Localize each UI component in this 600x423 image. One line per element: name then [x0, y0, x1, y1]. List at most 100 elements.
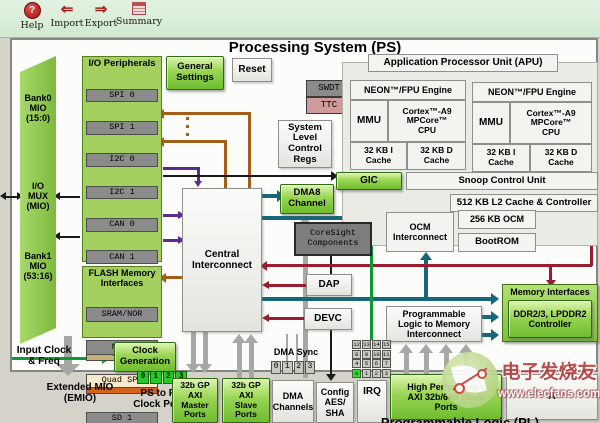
flash-box: FLASH Memory Interfaces SRAM/NOR NAND Qu… [82, 266, 162, 389]
reset-button[interactable]: Reset [232, 58, 272, 82]
dcache-0: 32 KB D Cache [407, 142, 466, 170]
bus-line-orange [164, 140, 226, 143]
snoop-control-unit: Snoop Control Unit [406, 172, 598, 190]
pl-memory-interconnect: Programmable Logic to Memory Interconnec… [386, 306, 482, 342]
coresight-components[interactable]: CoreSight Components [294, 222, 372, 256]
arrowhead [262, 281, 269, 289]
flash-mio-line [60, 236, 80, 238]
gp-axi-slave-ports[interactable]: 32b GP AXI Slave Ports [222, 378, 270, 423]
mmu-1: MMU [472, 102, 510, 144]
irq-cell: 11 [381, 349, 391, 359]
periph-can0[interactable]: CAN 0 [86, 218, 158, 232]
import-button[interactable]: ⇐ Import [49, 2, 85, 29]
gp-axi-master-ports[interactable]: 32b GP AXI Master Ports [172, 378, 218, 423]
irq-cell: 1 [361, 368, 372, 378]
irq-cell: 6 [371, 359, 382, 369]
bootrom: BootROM [458, 233, 536, 252]
export-button[interactable]: ⇒ Export [83, 2, 119, 29]
neon-fpu-engine-0: NEON™/FPU Engine [350, 80, 466, 100]
irq-grid[interactable]: 12 13 14 15 8 9 10 11 4 5 6 7 0 1 2 3 [352, 340, 391, 378]
irq-cell: 14 [371, 340, 382, 350]
irq-cell: 8 [352, 349, 362, 359]
bank1-mio-label: Bank1 MIO (53:16) [23, 250, 53, 282]
io-peripherals-box: I/O Peripherals SPI 0 SPI 1 I2C 0 I2C 1 … [82, 56, 162, 423]
dma-sync-label: DMA Sync [273, 346, 319, 357]
gray-arrow [191, 332, 196, 364]
bus-line-orange [164, 112, 250, 115]
summary-icon [132, 2, 146, 15]
neon-fpu-engine-1: NEON™/FPU Engine [472, 82, 592, 102]
bus-line-purple [163, 214, 178, 217]
bus-line-orange [166, 276, 182, 279]
io-peripherals-title: I/O Peripherals [88, 58, 156, 69]
summary-button[interactable]: Summary [115, 2, 163, 27]
arrowhead [194, 181, 202, 187]
icache-1: 32 KB I Cache [472, 144, 530, 172]
periph-spi0[interactable]: SPI 0 [86, 88, 158, 103]
gic-button[interactable]: GIC [336, 172, 402, 190]
ellipsis-dots [186, 133, 189, 136]
periph-mio-line [60, 196, 80, 198]
watermark-url-text: www.elecfans.com [497, 387, 600, 400]
ocm-interconnect: OCM Interconnect [386, 212, 454, 252]
cortex-a9-cpu-0: Cortex™-A9 MPCore™ CPU [388, 100, 466, 142]
help-button[interactable]: ? Help [14, 2, 50, 31]
general-settings-button[interactable]: General Settings [166, 56, 224, 90]
irq-cell: 9 [361, 349, 372, 359]
periph-i2c0[interactable]: I2C 0 [86, 153, 158, 167]
arrowhead [262, 314, 269, 322]
devc-box[interactable]: DEVC [304, 308, 352, 330]
bus-line-purple [197, 167, 200, 181]
irq-cell: 13 [361, 340, 372, 350]
arrowhead [244, 334, 258, 343]
dma8-channel-button[interactable]: DMA8 Channel [280, 184, 334, 214]
config-aes-sha-box[interactable]: Config AES/ SHA [316, 382, 354, 423]
input-clock-label: Input Clock & Freq [16, 344, 72, 367]
flash-sram-nor[interactable]: SRAM/NOR [86, 307, 158, 322]
periph-i2c1[interactable]: I2C 1 [86, 185, 158, 200]
periph-sd1[interactable]: SD 1 [86, 412, 158, 423]
gray-arrow [203, 332, 208, 364]
watermark-cn-text: 电子发烧友 [501, 362, 597, 384]
irq-cell-active: 0 [352, 368, 362, 378]
clock-generation-button[interactable]: Clock Generation [114, 342, 176, 372]
gray-arrow [404, 353, 409, 374]
dma-sync-ports[interactable]: 0 1 2 3 [271, 361, 315, 374]
apu-title: Application Processor Unit (APU) [368, 54, 558, 72]
dma-sync-cell[interactable]: 1 [282, 361, 293, 374]
bus-line-maroon [266, 264, 592, 267]
import-icon: ⇐ [60, 1, 74, 18]
clock-port-cell[interactable]: 0 [137, 371, 149, 384]
memory-interfaces-title: Memory Interfaces [510, 287, 590, 297]
toolbar-label: Summary [115, 16, 163, 27]
arrowhead [0, 192, 6, 200]
gray-arrow [237, 343, 242, 378]
dma-channels-box[interactable]: DMA Channels [272, 380, 314, 423]
periph-spi1[interactable]: SPI 1 [86, 120, 158, 135]
ocm-256kb: 256 KB OCM [458, 210, 536, 229]
dap-box[interactable]: DAP [306, 274, 352, 296]
slcr-box[interactable]: System Level Control Regs [278, 120, 332, 168]
bus-line-purple [163, 167, 199, 170]
irq-cell: 12 [352, 340, 362, 350]
flash-title: FLASH Memory Interfaces [88, 268, 156, 289]
arrowhead [399, 344, 413, 353]
arrowhead [439, 344, 453, 353]
bus-line-purple [163, 239, 178, 242]
arrowhead [491, 329, 499, 341]
toolbar-label: Export [84, 18, 118, 29]
ellipsis-dots [186, 125, 189, 128]
dma-sync-cell[interactable]: 2 [293, 361, 304, 374]
periph-can1[interactable]: CAN 1 [86, 250, 158, 265]
icache-0: 32 KB I Cache [350, 142, 407, 170]
arrowhead [491, 311, 499, 323]
bus-line-teal [262, 297, 492, 301]
bus-line-maroon [268, 284, 306, 287]
bus-line-black [163, 175, 331, 177]
central-interconnect: Central Interconnect [182, 188, 262, 332]
ddr-controller-button[interactable]: DDR2/3, LPDDR2 Controller [508, 300, 592, 338]
dma-sync-cell[interactable]: 0 [271, 361, 282, 374]
irq-cell: 7 [381, 359, 391, 369]
dma-sync-cell[interactable]: 3 [304, 361, 315, 374]
clock-port-cell[interactable]: 1 [149, 371, 162, 384]
